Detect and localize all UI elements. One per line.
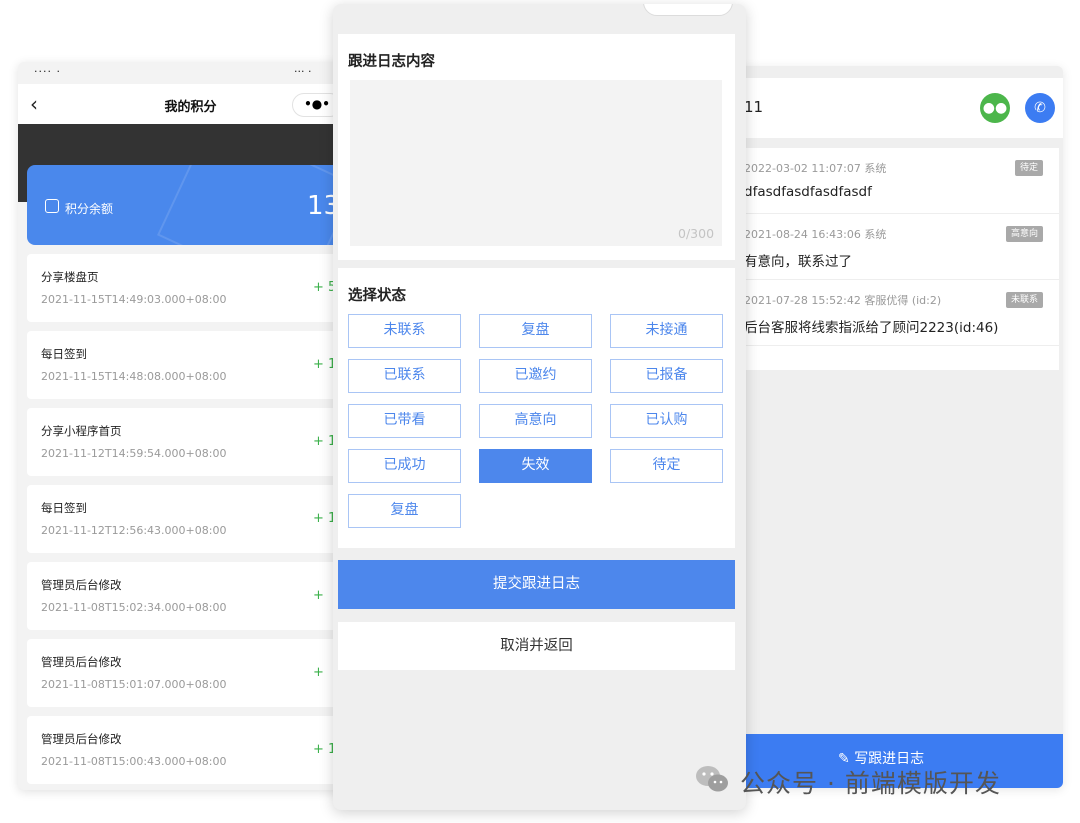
coin-icon xyxy=(45,199,59,213)
log-meta: 2022-03-02 11:07:07 系统 xyxy=(744,162,887,175)
status-option[interactable]: 已成功 xyxy=(348,449,461,483)
status-option[interactable]: 复盘 xyxy=(479,314,592,348)
log-content-input[interactable] xyxy=(350,80,722,246)
followup-log-list: 2022-03-02 11:07:07 系统 dfasdfasdfasdfasdf… xyxy=(730,148,1059,370)
status-option[interactable]: 复盘 xyxy=(348,494,461,528)
points-record-item: 每日签到 2021-11-12T12:56:43.000+08:00 + 1 xyxy=(27,485,363,553)
log-meta: 2021-08-24 16:43:06 系统 xyxy=(744,228,887,241)
log-text: 有意向，联系过了 xyxy=(744,254,852,270)
status-option[interactable]: 未联系 xyxy=(348,314,461,348)
log-meta: 2021-07-28 15:52:42 客服优得 (id:2) xyxy=(744,294,942,307)
record-change: + xyxy=(313,665,324,680)
wechat-icon[interactable]: ●● xyxy=(980,93,1010,123)
char-counter: 0/300 xyxy=(678,226,715,241)
record-title: 管理员后台修改 xyxy=(41,732,122,746)
points-record-item: 管理员后台修改 2021-11-08T15:01:07.000+08:00 + xyxy=(27,639,363,707)
watermark-text: 公众号 · 前端模版开发 xyxy=(740,769,1001,798)
balance-card: 积分余额 13 xyxy=(27,165,363,245)
record-time: 2021-11-12T14:59:54.000+08:00 xyxy=(41,447,227,460)
log-entry: 2021-08-24 16:43:06 系统 有意向，联系过了 高意向 xyxy=(730,214,1059,280)
record-time: 2021-11-12T12:56:43.000+08:00 xyxy=(41,524,227,537)
record-title: 管理员后台修改 xyxy=(41,655,122,669)
log-content-section: 跟进日志内容 0/300 xyxy=(338,34,735,260)
status-signal: ‧‧‧‧ ‧ xyxy=(34,65,61,78)
phone-icon[interactable]: ✆ xyxy=(1025,93,1055,123)
record-time: 2021-11-15T14:49:03.000+08:00 xyxy=(41,293,227,306)
points-record-item: 管理员后台修改 2021-11-08T15:02:34.000+08:00 + xyxy=(27,562,363,630)
points-record-list: 分享楼盘页 2021-11-15T14:49:03.000+08:00 + 5 每日签… xyxy=(27,254,363,790)
log-entry: 2022-03-02 11:07:07 系统 dfasdfasdfasdfasdf… xyxy=(730,148,1059,214)
lead-detail-screen: 11 ●● ✆ 2022-03-02 11:07:07 系统 dfasdfasdf… xyxy=(700,66,1063,788)
record-title: 每日签到 xyxy=(41,501,87,515)
status-option[interactable]: 待定 xyxy=(610,449,723,483)
record-title: 分享楼盘页 xyxy=(41,270,99,284)
status-section: 选择状态 未联系 复盘 未接通 已联系 已邀约 已报备 已带看 高意向 已认购 已成功 失效 待定 复盘 xyxy=(338,268,735,548)
modal-top-button[interactable] xyxy=(643,4,733,16)
record-time: 2021-11-08T15:02:34.000+08:00 xyxy=(41,601,227,614)
points-screen: ‧‧‧‧ ‧ ‧‧‧ ‧ ‹ 我的积分 •●• 积分余额 13 分享楼盘页 202… xyxy=(18,62,363,790)
log-text: 后台客服将线索指派给了顾问2223(id:46) xyxy=(744,320,999,336)
record-time: 2021-11-08T15:00:43.000+08:00 xyxy=(41,755,227,768)
log-status-badge: 未联系 xyxy=(1005,292,1043,308)
record-title: 分享小程序首页 xyxy=(41,424,122,438)
status-option[interactable]: 高意向 xyxy=(479,404,592,438)
status-option[interactable]: 已认购 xyxy=(610,404,723,438)
status-option[interactable]: 失效 xyxy=(479,449,592,483)
log-status-badge: 待定 xyxy=(1014,160,1043,176)
status-bar: ‧‧‧‧ ‧ ‧‧‧ ‧ xyxy=(18,62,363,84)
points-record-item: 分享小程序首页 2021-11-12T14:59:54.000+08:00 + 1 xyxy=(27,408,363,476)
status-option[interactable]: 已报备 xyxy=(610,359,723,393)
log-section-title: 跟进日志内容 xyxy=(348,54,435,70)
balance-label: 积分余额 xyxy=(65,202,114,216)
cancel-return-button[interactable]: 取消并返回 xyxy=(338,622,735,670)
log-status-badge: 高意向 xyxy=(1005,226,1043,242)
status-battery: ‧‧‧ ‧ xyxy=(294,65,312,78)
log-entry: 2021-07-28 15:52:42 客服优得 (id:2) 后台客服将线索指派… xyxy=(730,280,1059,346)
collage-stage: { "points_screen": { "status_left": "\u2… xyxy=(0,0,1080,823)
status-option[interactable]: 已联系 xyxy=(348,359,461,393)
record-change: + xyxy=(313,588,324,603)
lead-name: 11 xyxy=(744,98,764,116)
points-record-item: 管理员后台修改 2021-11-08T15:00:43.000+08:00 + 1 xyxy=(27,716,363,784)
points-record-item: 每日签到 2021-11-15T14:48:08.000+08:00 + 1 xyxy=(27,331,363,399)
status-option[interactable]: 未接通 xyxy=(610,314,723,348)
status-option[interactable]: 已带看 xyxy=(348,404,461,438)
status-option[interactable]: 已邀约 xyxy=(479,359,592,393)
record-title: 每日签到 xyxy=(41,347,87,361)
record-title: 管理员后台修改 xyxy=(41,578,122,592)
nav-bar: ‹ 我的积分 •●• xyxy=(18,84,363,124)
wechat-icon xyxy=(696,766,728,792)
points-record-item: 分享楼盘页 2021-11-15T14:49:03.000+08:00 + 5 xyxy=(27,254,363,322)
submit-log-button[interactable]: 提交跟进日志 xyxy=(338,560,735,609)
status-section-title: 选择状态 xyxy=(348,288,406,304)
followup-modal: 跟进日志内容 0/300 选择状态 未联系 复盘 未接通 已联系 已邀约 已报备 已带看 高意… xyxy=(333,4,746,810)
log-text: dfasdfasdfasdfasdf xyxy=(744,184,872,200)
record-time: 2021-11-08T15:01:07.000+08:00 xyxy=(41,678,227,691)
record-time: 2021-11-15T14:48:08.000+08:00 xyxy=(41,370,227,383)
lead-header: 11 ●● ✆ xyxy=(700,78,1063,138)
